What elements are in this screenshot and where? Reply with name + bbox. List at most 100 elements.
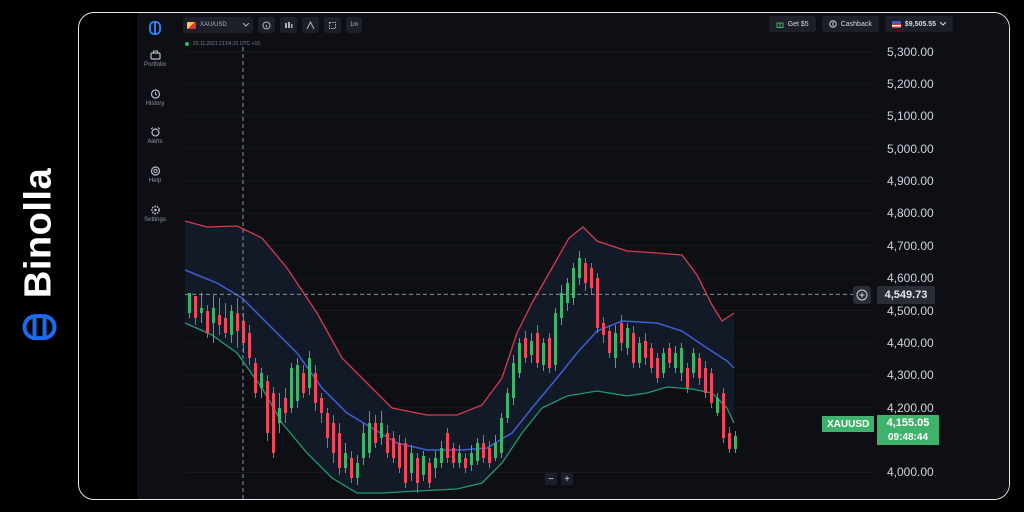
candle-down — [428, 463, 431, 483]
candle-down — [548, 338, 551, 368]
candle-down — [404, 443, 407, 483]
candle-down — [446, 433, 449, 458]
cashback-button[interactable]: Cashback — [821, 16, 879, 32]
candle-down — [326, 413, 329, 438]
candle-up — [290, 368, 293, 408]
candle-up — [494, 443, 497, 458]
candle-up — [542, 343, 545, 365]
candle-up — [572, 268, 575, 298]
price-tick: 4,200.00 — [887, 401, 934, 415]
brand-name: Binolla — [17, 167, 60, 299]
candle-down — [668, 348, 671, 363]
candle-down — [488, 448, 491, 463]
candle-down — [698, 358, 701, 378]
chart-info-text: 23.11.2021 21:04:31 UTC +10 — [193, 41, 261, 47]
timeframe-button[interactable]: 1m — [346, 17, 363, 33]
candle-down — [218, 315, 221, 325]
candle-down — [254, 363, 257, 393]
candle-up — [260, 373, 263, 388]
candle-up — [680, 348, 683, 373]
candle-down — [272, 393, 275, 453]
candle-down — [602, 323, 605, 335]
brand-logo: Binolla — [18, 168, 61, 344]
candle-up — [230, 311, 233, 335]
drawing-button[interactable] — [324, 17, 341, 33]
candle-up — [344, 453, 347, 468]
price-tick: 4,800.00 — [887, 206, 934, 220]
current-price-box: 4,155.05 09:48:44 — [877, 415, 939, 445]
price-tick: 4,600.00 — [887, 271, 934, 285]
get-bonus-button[interactable]: Get $5 — [768, 16, 816, 32]
asset-flag-icon — [187, 21, 196, 29]
chart-toolbar: XAU/USD 1m — [183, 16, 363, 34]
candle-down — [236, 313, 239, 331]
trading-app: Portfolio History Alerts Help Settings X… — [137, 13, 1009, 499]
candle-down — [710, 373, 713, 403]
zoom-controls: − + — [545, 473, 573, 485]
price-tick: 4,900.00 — [887, 174, 934, 188]
asset-selector[interactable]: XAU/USD — [183, 17, 253, 33]
candle-up — [566, 283, 569, 303]
candle-down — [596, 278, 599, 328]
candle-down — [416, 458, 419, 483]
price-tick: 4,400.00 — [887, 336, 934, 350]
candle-down — [536, 333, 539, 363]
candle-up — [278, 408, 281, 423]
candle-down — [722, 393, 725, 438]
candle-up — [554, 313, 557, 365]
candle-up — [380, 423, 383, 438]
info-button[interactable] — [258, 17, 275, 33]
candle-up — [200, 308, 203, 313]
candle-down — [656, 358, 659, 378]
candle-down — [320, 398, 323, 413]
info-icon — [262, 21, 271, 29]
live-dot-icon — [185, 42, 189, 46]
candle-up — [734, 436, 737, 449]
zoom-out-button[interactable]: − — [545, 473, 557, 485]
candle-up — [512, 363, 515, 398]
candle-down — [398, 443, 401, 468]
candle-down — [524, 338, 527, 358]
plus-circle-icon — [856, 289, 868, 301]
cashback-label: Cashback — [840, 20, 872, 28]
candle-up — [716, 398, 719, 413]
add-alert-button[interactable] — [853, 286, 871, 304]
candle-down — [632, 333, 635, 363]
candle-down — [392, 438, 395, 458]
cashback-icon — [829, 20, 837, 28]
candle-up — [440, 448, 443, 463]
candle-up — [578, 258, 581, 278]
candle-up — [422, 456, 425, 475]
indicator-icon — [306, 20, 315, 29]
zoom-in-button[interactable]: + — [561, 473, 573, 485]
chevron-down-icon — [243, 23, 249, 27]
candle-down — [332, 423, 335, 453]
chart-type-button[interactable] — [280, 17, 297, 33]
price-tick: 5,100.00 — [887, 109, 934, 123]
candle-up — [674, 353, 677, 368]
candle-down — [728, 433, 731, 449]
candle-down — [224, 318, 227, 333]
price-tick: 4,500.00 — [887, 304, 934, 318]
price-scale: 5,300.00 5,200.00 5,100.00 5,000.00 4,90… — [877, 13, 1009, 499]
candle-up — [560, 293, 563, 318]
brand-strip: Binolla — [0, 0, 78, 512]
gift-icon — [776, 22, 784, 28]
candles-icon — [285, 21, 293, 28]
symbol-tag: XAUUSD — [822, 416, 875, 432]
asset-label: XAU/USD — [200, 22, 227, 28]
candle-up — [500, 418, 503, 453]
indicators-button[interactable] — [302, 17, 319, 33]
candle-up — [308, 358, 311, 388]
candle-up — [362, 433, 365, 458]
candle-down — [374, 423, 377, 443]
candle-up — [410, 453, 413, 473]
candle-down — [302, 373, 305, 393]
candle-up — [638, 343, 641, 363]
price-tick: 5,300.00 — [887, 45, 934, 59]
candle-down — [284, 398, 287, 413]
candle-up — [692, 353, 695, 373]
candle-up — [212, 308, 215, 323]
candle-down — [686, 368, 689, 388]
drawing-icon — [329, 21, 336, 29]
